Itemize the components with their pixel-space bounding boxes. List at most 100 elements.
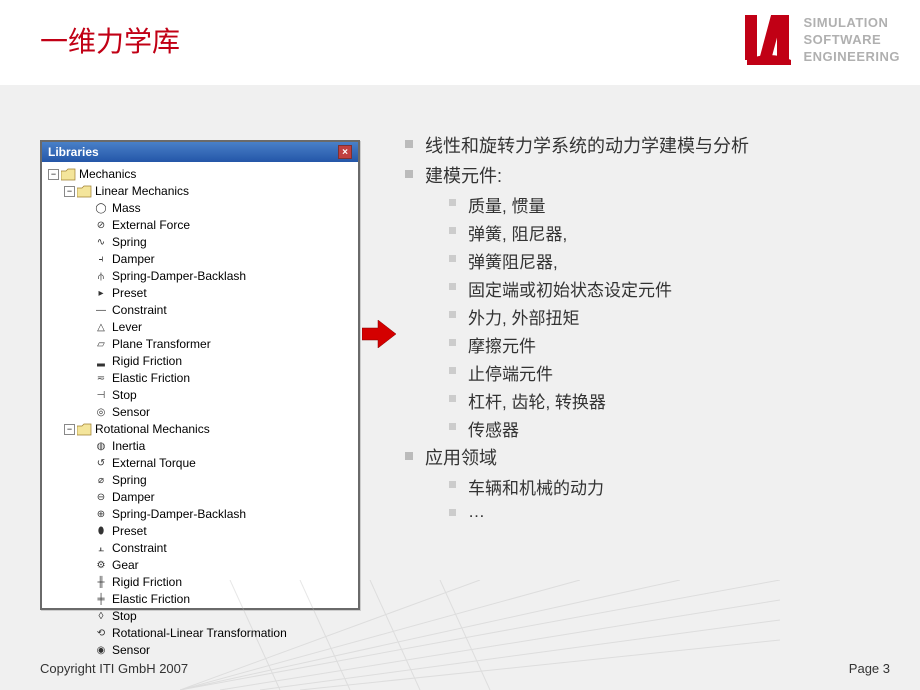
twisty-icon[interactable]: − bbox=[48, 169, 59, 180]
bullet-text: … bbox=[468, 502, 485, 522]
tree-row[interactable]: ⫛Spring-Damper-Backlash bbox=[44, 268, 356, 285]
tree-label: Gear bbox=[112, 557, 139, 574]
inertia-icon: ◍ bbox=[93, 440, 109, 453]
tree-label: Rigid Friction bbox=[112, 353, 182, 370]
tree-row[interactable]: ↺External Torque bbox=[44, 455, 356, 472]
bullet-text: 车辆和机械的动力 bbox=[468, 474, 604, 499]
bullet-text: 摩擦元件 bbox=[468, 332, 536, 357]
bullet-marker bbox=[405, 140, 413, 148]
panel-title: Libraries bbox=[48, 145, 99, 159]
tree-label: Sensor bbox=[112, 404, 150, 421]
tree-row[interactable]: ◍Inertia bbox=[44, 438, 356, 455]
bullet-level2: 弹簧, 阻尼器, bbox=[449, 220, 880, 245]
rot-elastic-friction-icon: ╪ bbox=[93, 593, 109, 606]
rot-sensor-icon: ◉ bbox=[93, 644, 109, 657]
tree-row[interactable]: ≂Elastic Friction bbox=[44, 370, 356, 387]
tree-label: External Torque bbox=[112, 455, 196, 472]
tree-label: Preset bbox=[112, 523, 147, 540]
tree-label: Rigid Friction bbox=[112, 574, 182, 591]
libraries-panel: Libraries × −Mechanics−Linear Mechanics◯… bbox=[40, 140, 360, 610]
header: 一维力学库 SIMULATION SOFTWARE ENGINEERING bbox=[0, 10, 920, 85]
tree-row[interactable]: ⊕Spring-Damper-Backlash bbox=[44, 506, 356, 523]
tree-row[interactable]: ∿Spring bbox=[44, 234, 356, 251]
tree-row[interactable]: ⫠Constraint bbox=[44, 540, 356, 557]
tree-label: Rotational Mechanics bbox=[95, 421, 210, 438]
bullet-level2: 摩擦元件 bbox=[449, 332, 880, 357]
bullet-text: 外力, 外部扭矩 bbox=[468, 304, 579, 329]
tree-row[interactable]: ◯Mass bbox=[44, 200, 356, 217]
elastic-friction-icon: ≂ bbox=[93, 372, 109, 385]
tree-label: Inertia bbox=[112, 438, 145, 455]
bullet-marker bbox=[405, 170, 413, 178]
stop-icon: ⊣ bbox=[93, 389, 109, 402]
tree-row[interactable]: ▸Preset bbox=[44, 285, 356, 302]
tree-row[interactable]: ⌀Spring bbox=[44, 472, 356, 489]
tree-row[interactable]: −Mechanics bbox=[44, 166, 356, 183]
tree-row[interactable]: ⫞Damper bbox=[44, 251, 356, 268]
bullet-marker bbox=[449, 199, 456, 206]
bullet-level2: 车辆和机械的动力 bbox=[449, 474, 880, 499]
ext-torque-icon: ↺ bbox=[93, 457, 109, 470]
tree-row[interactable]: ╫Rigid Friction bbox=[44, 574, 356, 591]
tree-row[interactable]: ⊣Stop bbox=[44, 387, 356, 404]
bullet-marker bbox=[449, 367, 456, 374]
tree-label: Elastic Friction bbox=[112, 370, 190, 387]
rot-stop-icon: ◊ bbox=[93, 610, 109, 623]
tree-row[interactable]: ⊘External Force bbox=[44, 217, 356, 234]
tree-label: Rotational-Linear Transformation bbox=[112, 625, 287, 642]
bullet-marker bbox=[449, 227, 456, 234]
tree-row[interactable]: − Rotational Mechanics bbox=[44, 421, 356, 438]
bullet-level2: … bbox=[449, 502, 880, 522]
bullet-text: 固定端或初始状态设定元件 bbox=[468, 276, 672, 301]
gear-icon: ⚙ bbox=[93, 559, 109, 572]
rot-spring-icon: ⌀ bbox=[93, 474, 109, 487]
rot-sdb-icon: ⊕ bbox=[93, 508, 109, 521]
tree-label: Linear Mechanics bbox=[95, 183, 189, 200]
iti-logo bbox=[745, 15, 795, 65]
close-icon[interactable]: × bbox=[338, 145, 352, 159]
bullet-marker bbox=[449, 283, 456, 290]
sdb-icon: ⫛ bbox=[93, 270, 109, 283]
tree-row[interactable]: ▂Rigid Friction bbox=[44, 353, 356, 370]
tree-label: Elastic Friction bbox=[112, 591, 190, 608]
tree-row[interactable]: △Lever bbox=[44, 319, 356, 336]
bullet-level2: 固定端或初始状态设定元件 bbox=[449, 276, 880, 301]
tree-label: Stop bbox=[112, 387, 137, 404]
tree-row[interactable]: ⟲Rotational-Linear Transformation bbox=[44, 625, 356, 642]
bullet-level1: 建模元件: bbox=[405, 162, 880, 188]
tree-row[interactable]: ▱Plane Transformer bbox=[44, 336, 356, 353]
bullet-level2: 止停端元件 bbox=[449, 360, 880, 385]
tagline-line: SIMULATION bbox=[803, 15, 900, 32]
bullet-level2: 质量, 惯量 bbox=[449, 192, 880, 217]
tree-label: Constraint bbox=[112, 302, 167, 319]
tree-row[interactable]: ◉Sensor bbox=[44, 642, 356, 659]
tree-label: Mass bbox=[112, 200, 141, 217]
bullet-text: 弹簧阻尼器, bbox=[468, 248, 558, 273]
tree-row[interactable]: ◎Sensor bbox=[44, 404, 356, 421]
bullet-text: 止停端元件 bbox=[468, 360, 553, 385]
twisty-icon[interactable]: − bbox=[64, 186, 75, 197]
lever-icon: △ bbox=[93, 321, 109, 334]
tree-label: Damper bbox=[112, 489, 155, 506]
rot-rigid-friction-icon: ╫ bbox=[93, 576, 109, 589]
tree-row[interactable]: ╪Elastic Friction bbox=[44, 591, 356, 608]
tree-row[interactable]: ◊Stop bbox=[44, 608, 356, 625]
tree-row[interactable]: ⚙Gear bbox=[44, 557, 356, 574]
tagline-line: SOFTWARE bbox=[803, 32, 900, 49]
folder-icon bbox=[61, 168, 76, 181]
tree-label: Plane Transformer bbox=[112, 336, 211, 353]
twisty-icon[interactable]: − bbox=[64, 424, 75, 435]
tree-label: Damper bbox=[112, 251, 155, 268]
bullet-level1: 应用领域 bbox=[405, 444, 880, 470]
tagline: SIMULATION SOFTWARE ENGINEERING bbox=[803, 15, 900, 66]
content-bullets: 线性和旋转力学系统的动力学建模与分析建模元件:质量, 惯量弹簧, 阻尼器,弹簧阻… bbox=[405, 130, 880, 525]
preset-icon: ▸ bbox=[93, 287, 109, 300]
tree-row[interactable]: —Constraint bbox=[44, 302, 356, 319]
bullet-marker bbox=[449, 311, 456, 318]
bullet-text: 弹簧, 阻尼器, bbox=[468, 220, 567, 245]
bullet-marker bbox=[449, 423, 456, 430]
tree-row[interactable]: − Linear Mechanics bbox=[44, 183, 356, 200]
tree-row[interactable]: ⊖Damper bbox=[44, 489, 356, 506]
tree-row[interactable]: ⬮Preset bbox=[44, 523, 356, 540]
rot-preset-icon: ⬮ bbox=[93, 525, 109, 538]
